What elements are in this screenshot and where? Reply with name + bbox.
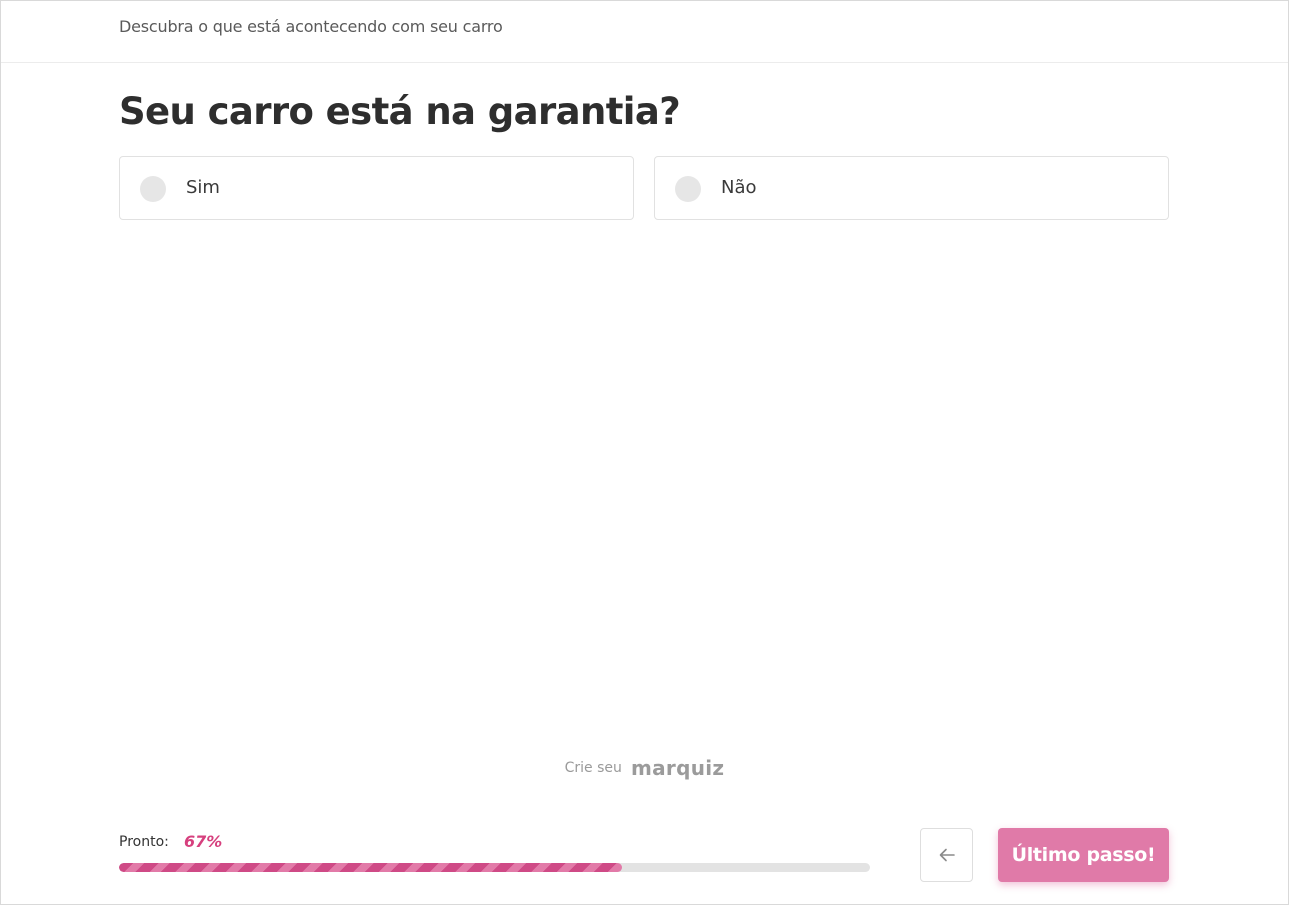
next-step-button[interactable]: Último passo!: [998, 828, 1169, 882]
option-sim[interactable]: Sim: [119, 156, 634, 220]
question-title: Seu carro está na garantia?: [119, 90, 681, 133]
option-label: Sim: [186, 177, 220, 198]
credit-prefix: Crie seu: [564, 760, 622, 776]
radio-button[interactable]: [675, 176, 701, 202]
progress-percent: 67%: [184, 832, 223, 851]
header-subtitle: Descubra o que está acontecendo com seu …: [119, 17, 503, 36]
radio-button[interactable]: [140, 176, 166, 202]
quiz-window: Descubra o que está acontecendo com seu …: [0, 0, 1289, 905]
progress-fill: [119, 863, 623, 872]
progress-label: Pronto:: [119, 834, 169, 850]
option-nao[interactable]: Não: [654, 156, 1169, 220]
option-label: Não: [721, 177, 757, 198]
marquiz-credit[interactable]: Crie seu marquiz: [1, 756, 1288, 780]
header-bar: Descubra o que está acontecendo com seu …: [1, 1, 1288, 63]
back-button[interactable]: [920, 828, 973, 882]
marquiz-logo[interactable]: marquiz: [631, 756, 724, 780]
progress-bar: [119, 863, 870, 872]
arrow-left-icon: [939, 848, 955, 862]
